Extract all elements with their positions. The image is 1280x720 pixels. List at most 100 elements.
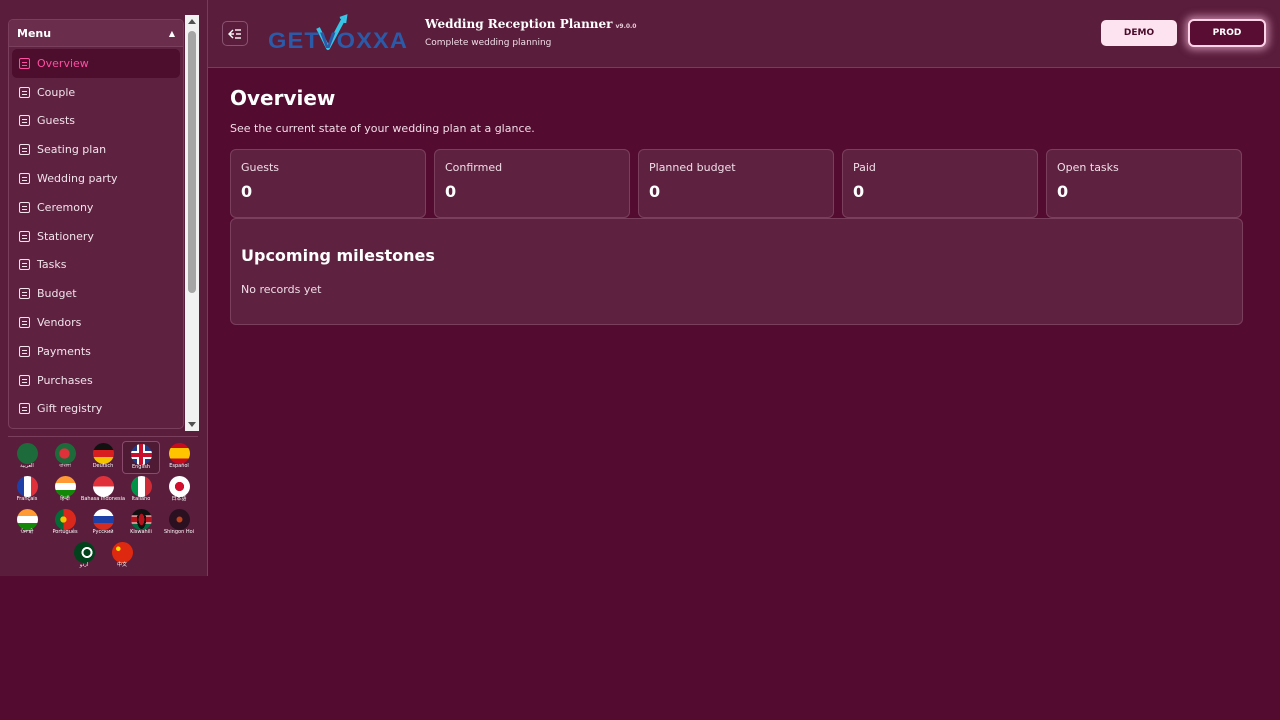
flag-bangladesh-icon [54, 443, 76, 464]
demo-button[interactable]: DEMO [1101, 20, 1177, 46]
stat-card-planned-budget: Planned budget 0 [638, 149, 834, 218]
scroll-down-arrow-icon[interactable] [188, 422, 196, 427]
sidebar-item-label: Seating plan [37, 143, 107, 157]
sidebar-item-gift-registry[interactable]: Gift registry [12, 395, 180, 424]
stat-label: Open tasks [1057, 161, 1119, 174]
sidebar-item-vendors[interactable]: Vendors [12, 308, 180, 337]
stat-value: 0 [1057, 182, 1069, 201]
language-label: Shingon Hoi [163, 529, 195, 535]
language-bangla[interactable]: বাংলা [46, 441, 84, 474]
language-french[interactable]: Français [8, 474, 46, 507]
flag-france-icon [16, 476, 38, 497]
flag-japan-icon [168, 476, 190, 497]
menu-scrollbar[interactable] [185, 15, 199, 431]
sidebar-divider [8, 436, 198, 437]
language-urdu[interactable]: اردو [65, 540, 103, 573]
getvoxxa-logo: GETVOXXA [268, 14, 408, 53]
sidebar-item-label: Ceremony [37, 200, 94, 214]
collapse-sidebar-icon [228, 28, 241, 39]
language-label: Bahasa Indonesia [80, 496, 126, 502]
stat-label: Paid [853, 161, 876, 174]
sidebar-toggle-button[interactable] [222, 21, 248, 46]
language-chinese[interactable]: 中文 [103, 540, 141, 573]
language-japanese[interactable]: 日本語 [160, 474, 198, 507]
document-icon [19, 201, 30, 213]
flag-germany-icon [92, 443, 114, 464]
scroll-up-arrow-icon[interactable] [188, 19, 196, 24]
sidebar-item-ceremony[interactable]: Ceremony [12, 193, 180, 222]
upcoming-milestones-panel: Upcoming milestones No records yet [230, 218, 1243, 325]
language-portuguese[interactable]: Português [46, 507, 84, 540]
language-selector: العربية বাংলা Deutsch English Español Fr… [8, 441, 198, 573]
sidebar-item-overview[interactable]: Overview [12, 49, 180, 78]
sidebar-item-stationery[interactable]: Stationery [12, 222, 180, 251]
stat-label: Confirmed [445, 161, 503, 174]
document-icon [19, 403, 30, 415]
language-label: اردو [79, 562, 89, 568]
flag-indonesia-icon [92, 476, 114, 497]
document-icon [19, 317, 30, 329]
language-label: ਪੰਜਾਬੀ [20, 529, 34, 535]
menu-list: Overview Couple Guests Seating plan Wedd… [9, 47, 183, 423]
sidebar-item-label: Payments [37, 344, 91, 358]
sidebar-item-wedding-party[interactable]: Wedding party [12, 164, 180, 193]
document-icon [19, 173, 30, 185]
app-version: v9.0.0 [615, 23, 637, 30]
language-arabic[interactable]: العربية [8, 441, 46, 474]
sidebar-item-tasks[interactable]: Tasks [12, 251, 180, 280]
flag-india-icon [16, 509, 38, 530]
language-punjabi[interactable]: ਪੰਜਾਬੀ [8, 507, 46, 540]
document-icon [19, 288, 30, 300]
stat-value: 0 [445, 182, 457, 201]
stat-value: 0 [241, 182, 253, 201]
menu-header[interactable]: Menu ▲ [9, 20, 183, 47]
logo-text: GETVOXXA [268, 28, 408, 53]
sidebar-item-purchases[interactable]: Purchases [12, 366, 180, 395]
sidebar-item-label: Budget [37, 287, 77, 301]
language-swahili[interactable]: Kiswahili [122, 507, 160, 540]
sidebar-item-seating-plan[interactable]: Seating plan [12, 135, 180, 164]
page-title: Overview [230, 86, 336, 110]
scrollbar-thumb[interactable] [188, 31, 196, 293]
stat-label: Guests [241, 161, 280, 174]
language-label: Italiano [131, 496, 151, 502]
document-icon [19, 144, 30, 156]
language-italian[interactable]: Italiano [122, 474, 160, 507]
sidebar-item-label: Vendors [37, 316, 82, 330]
stat-label: Planned budget [649, 161, 736, 174]
document-icon [19, 345, 30, 357]
top-header: GETVOXXA Wedding Reception Planner v9.0.0… [208, 0, 1280, 68]
language-label: বাংলা [59, 463, 71, 469]
sidebar-item-payments[interactable]: Payments [12, 337, 180, 366]
sidebar-item-label: Tasks [37, 258, 67, 272]
sidebar-item-label: Gift registry [37, 402, 103, 416]
stat-card-open-tasks: Open tasks 0 [1046, 149, 1242, 218]
language-english[interactable]: English [122, 441, 160, 474]
app-subtitle: Complete wedding planning [425, 38, 552, 48]
language-shingon-hoi[interactable]: Shingon Hoi [160, 507, 198, 540]
document-icon [19, 259, 30, 271]
language-spanish[interactable]: Español [160, 441, 198, 474]
language-german[interactable]: Deutsch [84, 441, 122, 474]
language-label: 日本語 [171, 496, 187, 502]
flag-italy-icon [130, 476, 152, 497]
prod-button[interactable]: PROD [1188, 19, 1266, 47]
sidebar-item-budget[interactable]: Budget [12, 279, 180, 308]
language-russian[interactable]: Русский [84, 507, 122, 540]
language-label: العربية [20, 463, 34, 469]
sidebar-item-label: Guests [37, 114, 76, 128]
flag-india-icon [54, 476, 76, 497]
sidebar-item-guests[interactable]: Guests [12, 107, 180, 136]
sidebar-item-couple[interactable]: Couple [12, 78, 180, 107]
page-description: See the current state of your wedding pl… [230, 122, 535, 135]
language-indonesian[interactable]: Bahasa Indonesia [80, 474, 126, 507]
language-label: Français [16, 496, 38, 502]
flag-china-icon [111, 542, 133, 563]
sidebar-item-label: Wedding party [37, 172, 118, 186]
flag-portugal-icon [54, 509, 76, 530]
stat-value: 0 [853, 182, 865, 201]
milestones-empty-state: No records yet [241, 283, 322, 296]
app-title: Wedding Reception Planner v9.0.0 [425, 17, 636, 31]
caret-up-icon[interactable]: ▲ [169, 29, 175, 38]
language-hindi[interactable]: हिन्दी [46, 474, 84, 507]
